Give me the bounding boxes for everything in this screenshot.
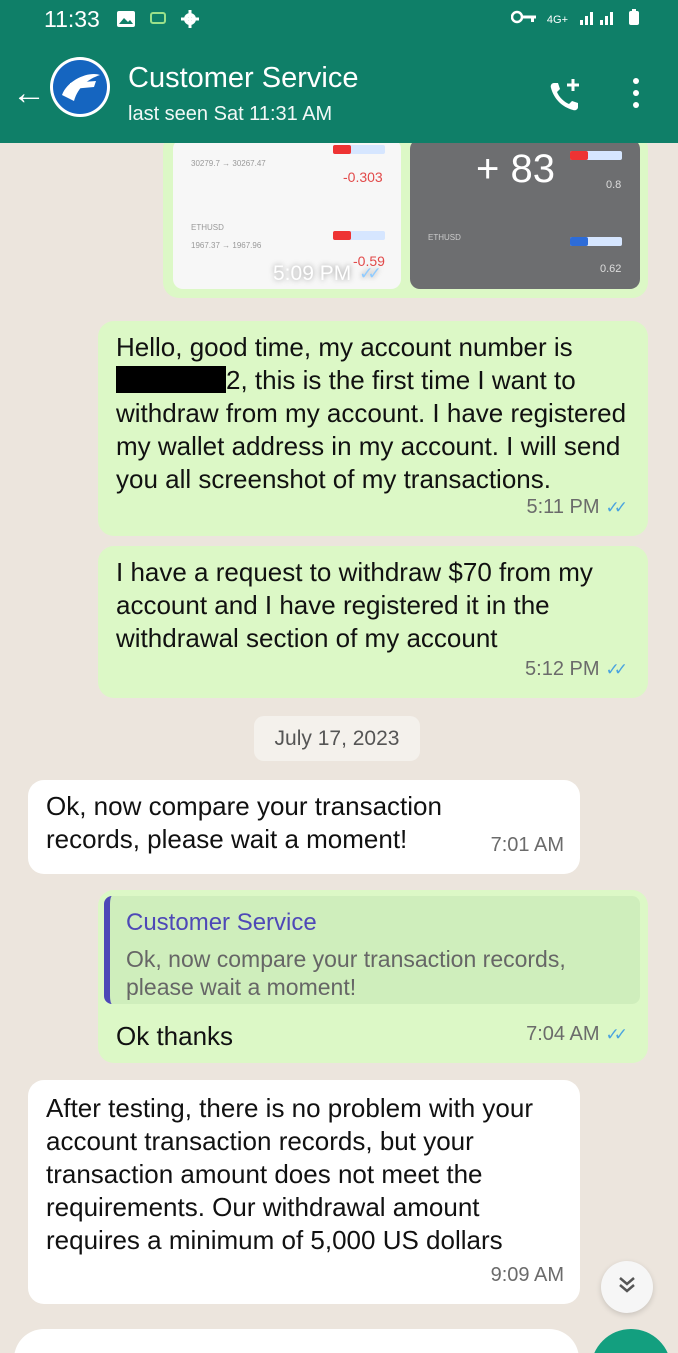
message-time: 5:09 PM: [273, 262, 352, 285]
gallery-icon: [116, 10, 136, 33]
more-images-count: + 83: [476, 147, 555, 191]
incoming-message[interactable]: After testing, there is no problem with …: [28, 1080, 580, 1304]
incoming-message[interactable]: Ok, now compare your transaction records…: [28, 780, 580, 874]
back-arrow-icon[interactable]: ←: [12, 76, 46, 110]
message-time: 9:09 AM: [490, 1264, 564, 1286]
chat-header: 11:33 4G+ ← Customer Service last seen S…: [0, 0, 678, 143]
date-divider: July 17, 2023: [254, 716, 420, 761]
avatar[interactable]: [50, 57, 110, 117]
more-options-icon[interactable]: [633, 78, 639, 108]
message-text: Ok, now compare your transaction records…: [46, 791, 442, 854]
message-time: 5:11 PM: [526, 496, 600, 518]
chat-area: 30279.7 → 30267.47 -0.303 ETHUSD 1967.37…: [0, 143, 678, 1353]
message-input[interactable]: [14, 1329, 579, 1353]
message-text: I have a request to withdraw $70 from my…: [116, 557, 593, 653]
message-time: 7:01 AM: [490, 834, 564, 856]
signal-icon: [578, 9, 618, 30]
settings-gear-icon: [180, 9, 200, 34]
image-album-message[interactable]: 30279.7 → 30267.47 -0.303 ETHUSD 1967.37…: [163, 143, 648, 298]
quote-text: Ok, now compare your transaction records…: [126, 946, 566, 1000]
chevron-down-icon: [617, 1274, 637, 1300]
quoted-message[interactable]: Customer Service Ok, now compare your tr…: [104, 896, 640, 1004]
message-text: Ok thanks: [116, 1021, 234, 1051]
status-time: 11:33: [44, 6, 100, 32]
message-time: 7:04 AM: [526, 1023, 600, 1045]
send-voice-button[interactable]: [591, 1329, 671, 1353]
message-time: 5:12 PM: [525, 658, 600, 680]
scroll-to-bottom-button[interactable]: [601, 1261, 653, 1313]
message-text: After testing, there is no problem with …: [46, 1093, 534, 1255]
outgoing-message[interactable]: I have a request to withdraw $70 from my…: [98, 546, 648, 698]
battery-icon: [628, 8, 640, 31]
read-ticks-icon: ✓✓: [605, 660, 628, 679]
contact-name[interactable]: Customer Service: [128, 62, 358, 95]
message-icon: [150, 12, 166, 31]
network-type: 4G+: [546, 13, 568, 26]
outgoing-message[interactable]: Hello, good time, my account number is 2…: [98, 321, 648, 536]
more-images-thumb[interactable]: ETHUSD 0.8 0.62 + 83: [410, 143, 640, 289]
message-text: Hello, good time, my account number is 2…: [116, 332, 627, 494]
read-ticks-icon: ✓✓: [605, 1025, 628, 1044]
vpn-key-icon: [510, 10, 537, 29]
redacted-account-number: [116, 366, 226, 393]
outgoing-reply-message[interactable]: Customer Service Ok, now compare your tr…: [98, 890, 648, 1063]
add-call-icon[interactable]: [545, 76, 585, 121]
read-ticks-icon: ✓✓: [605, 498, 628, 517]
last-seen-status: last seen Sat 11:31 AM: [128, 103, 333, 125]
quote-author: Customer Service: [126, 909, 317, 936]
read-ticks-icon: ✓✓: [359, 264, 381, 283]
